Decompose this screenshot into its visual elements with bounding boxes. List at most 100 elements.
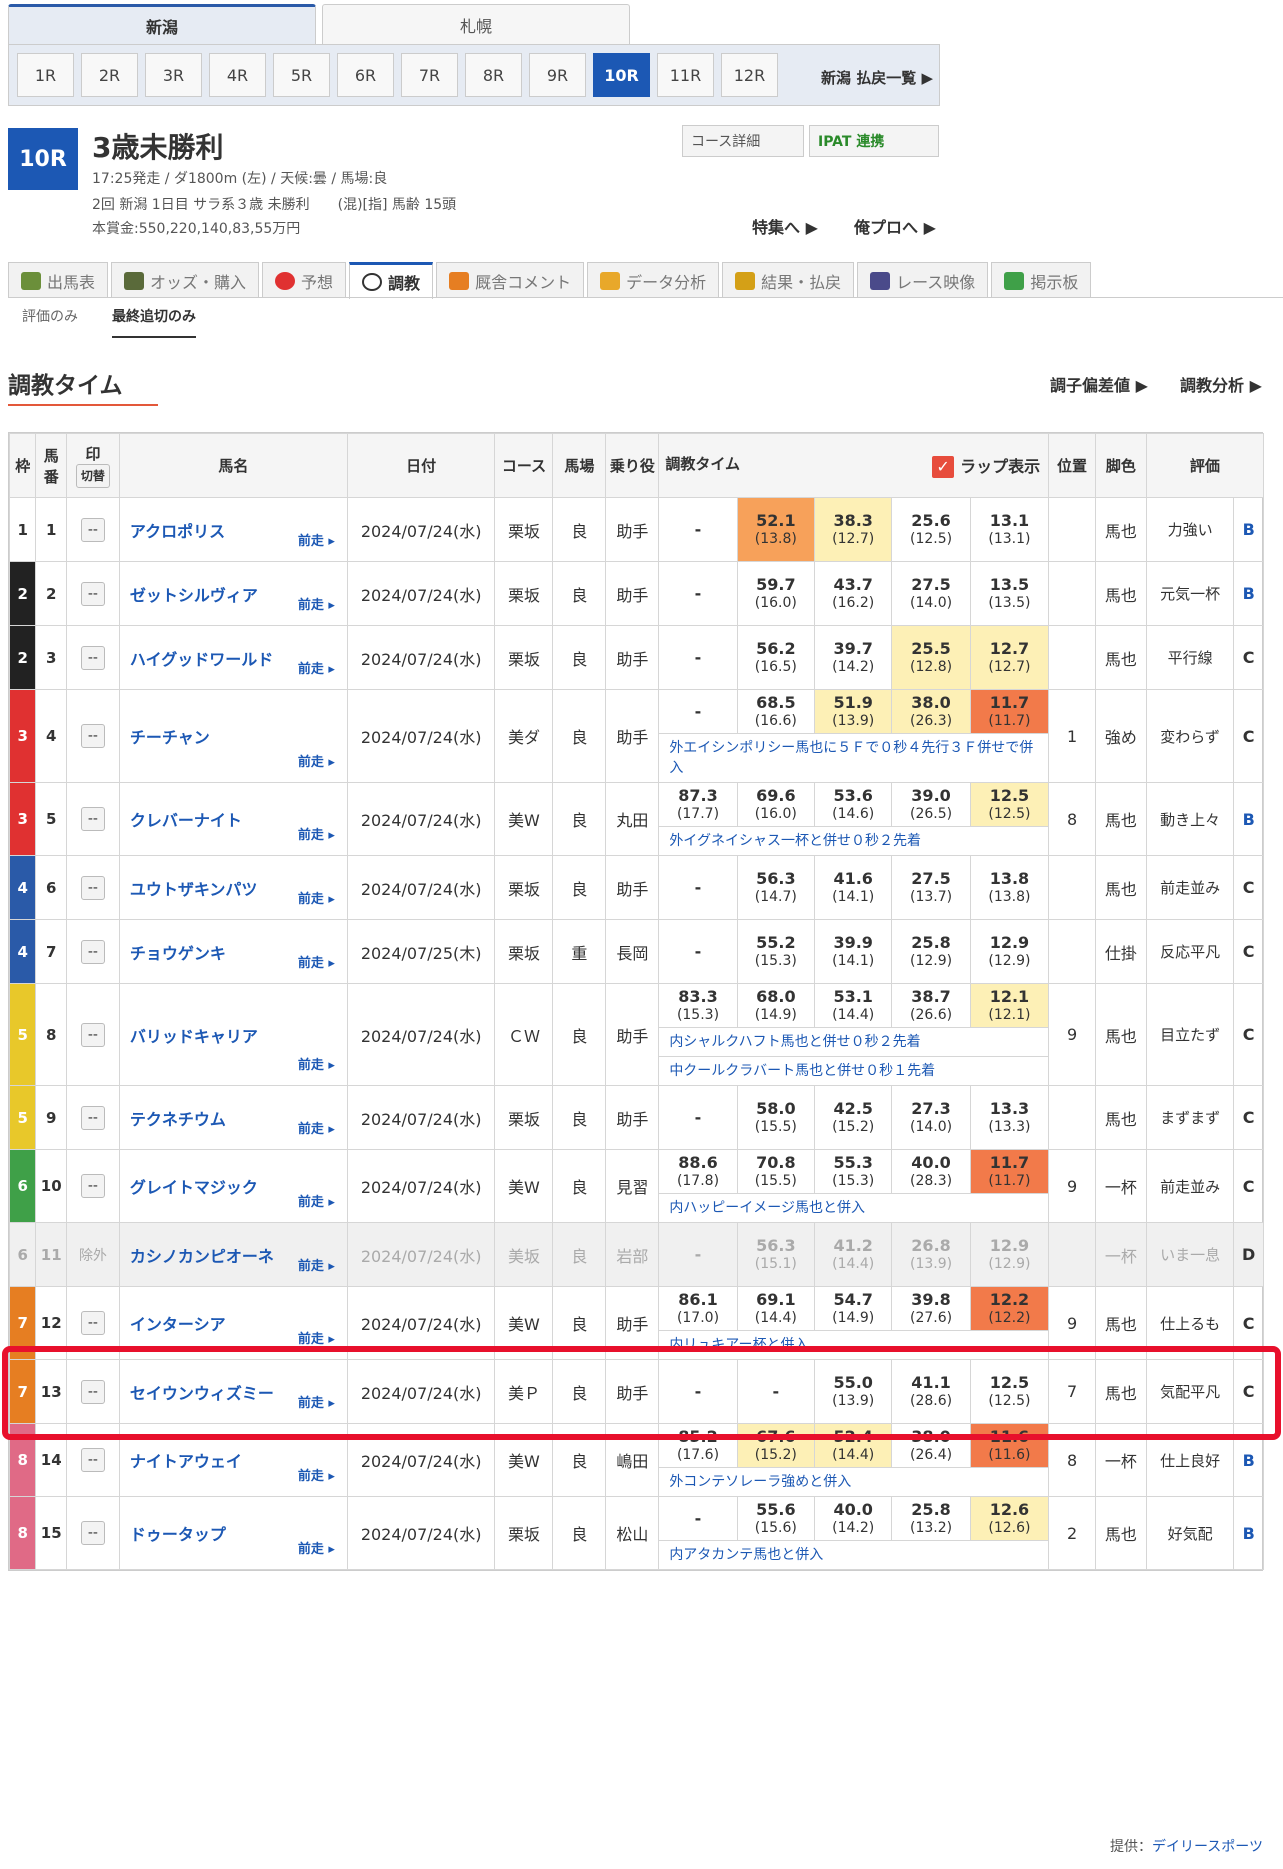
- ashi-cell: 馬也: [1094, 1085, 1147, 1150]
- subtab-eval-only[interactable]: 評価のみ: [22, 306, 78, 326]
- race-info-line: 17:25発走 / ダ1800m (左) / 天候:曇 / 馬場:良: [92, 171, 388, 187]
- lap-toggle[interactable]: ✓ ラップ表示: [932, 453, 1040, 478]
- mark-button[interactable]: --: [80, 1311, 105, 1335]
- race-button-10[interactable]: 10R: [593, 53, 650, 97]
- horse-name-link[interactable]: テクネチウム: [130, 1110, 226, 1129]
- prev-race-link[interactable]: 前走 ▸: [298, 1465, 335, 1484]
- race-button-1[interactable]: 1R: [17, 53, 74, 97]
- tab-training[interactable]: 調教: [349, 262, 434, 299]
- mark-button[interactable]: --: [80, 517, 105, 542]
- horse-name-link[interactable]: ドゥータップ: [130, 1525, 226, 1544]
- horse-name-link[interactable]: カシノカンピオーネ: [130, 1247, 274, 1266]
- mark-button[interactable]: --: [80, 1521, 105, 1545]
- race-button-3[interactable]: 3R: [145, 53, 202, 97]
- horse-name-link[interactable]: ハイグッドワールド: [130, 650, 273, 669]
- mark-cell[interactable]: --: [65, 561, 120, 626]
- mark-button[interactable]: --: [80, 939, 105, 964]
- horse-name-link[interactable]: セイウンウィズミー: [130, 1384, 274, 1403]
- race-button-5[interactable]: 5R: [273, 53, 330, 97]
- prev-race-link[interactable]: 前走 ▸: [298, 594, 335, 613]
- race-button-2[interactable]: 2R: [81, 53, 138, 97]
- credit-link[interactable]: デイリースポーツ: [1152, 1839, 1263, 1855]
- prev-race-link[interactable]: 前走 ▸: [298, 1118, 335, 1137]
- pos-cell: [1048, 625, 1096, 690]
- mark-cell[interactable]: --: [65, 1085, 120, 1150]
- mypro-link[interactable]: 俺プロへ ▶: [854, 214, 936, 238]
- course-detail-button[interactable]: コース詳細: [682, 125, 804, 157]
- horse-name-link[interactable]: クレバーナイト: [130, 811, 242, 830]
- horse-name-link[interactable]: ユウトザキンパツ: [130, 880, 258, 899]
- mark-cell[interactable]: --: [65, 625, 120, 690]
- horse-name-link[interactable]: ゼットシルヴィア: [130, 586, 258, 605]
- mark-cell[interactable]: --: [65, 919, 120, 984]
- prev-race-link[interactable]: 前走 ▸: [298, 1255, 335, 1274]
- mark-button[interactable]: --: [80, 645, 105, 670]
- prev-race-link[interactable]: 前走 ▸: [298, 1538, 335, 1557]
- race-button-4[interactable]: 4R: [209, 53, 266, 97]
- prev-race-link[interactable]: 前走 ▸: [298, 1328, 335, 1347]
- prev-race-link[interactable]: 前走 ▸: [298, 1191, 335, 1210]
- mark-cell[interactable]: --: [65, 1359, 120, 1424]
- training-analysis-link[interactable]: 調教分析 ▶: [1180, 372, 1262, 396]
- mark-button[interactable]: --: [80, 724, 105, 748]
- feature-link[interactable]: 特集へ ▶: [752, 214, 818, 238]
- venue-tab-niigata[interactable]: 新潟: [8, 4, 316, 44]
- prev-race-link[interactable]: 前走 ▸: [298, 1054, 335, 1073]
- tab-data-analysis[interactable]: データ分析: [587, 262, 720, 298]
- comment-cell: 気配平凡: [1145, 1359, 1235, 1424]
- horse-name-link[interactable]: グレイトマジック: [130, 1178, 258, 1197]
- mark-button[interactable]: --: [80, 581, 105, 606]
- prev-race-link[interactable]: 前走 ▸: [298, 824, 335, 843]
- race-button-12[interactable]: 12R: [721, 53, 778, 97]
- mark-button[interactable]: --: [80, 1448, 105, 1472]
- prev-race-link[interactable]: 前走 ▸: [298, 751, 335, 770]
- horse-name-link[interactable]: チョウゲンキ: [130, 944, 226, 963]
- race-button-11[interactable]: 11R: [657, 53, 714, 97]
- race-button-9[interactable]: 9R: [529, 53, 586, 97]
- mark-cell[interactable]: --: [65, 497, 120, 562]
- horse-name-link[interactable]: バリッドキャリア: [130, 1027, 258, 1046]
- tab-entries[interactable]: 出馬表: [8, 262, 109, 298]
- prev-race-link[interactable]: 前走 ▸: [298, 1392, 335, 1411]
- table-row: 8 14 -- ナイトアウェイ 前走 ▸ 2024/07/24(水) 美W 良 嶋…: [8, 1423, 1264, 1497]
- prev-race-link[interactable]: 前走 ▸: [298, 952, 335, 971]
- venue-tab-sapporo[interactable]: 札幌: [322, 4, 630, 44]
- mark-cell[interactable]: --: [65, 1286, 120, 1360]
- race-button-8[interactable]: 8R: [465, 53, 522, 97]
- mark-button[interactable]: --: [80, 1105, 105, 1130]
- condition-deviation-link[interactable]: 調子偏差値 ▶: [1050, 372, 1148, 396]
- ipat-button[interactable]: IPAT 連携: [809, 125, 939, 157]
- tab-stable-comment[interactable]: 厩舎コメント: [436, 262, 585, 298]
- race-button-7[interactable]: 7R: [401, 53, 458, 97]
- tab-results[interactable]: 結果・払戻: [722, 262, 855, 298]
- mark-cell[interactable]: --: [65, 855, 120, 920]
- mark-button[interactable]: --: [80, 1174, 105, 1198]
- mark-button[interactable]: --: [80, 875, 105, 900]
- horse-name-link[interactable]: チーチャン: [130, 728, 210, 747]
- payout-list-link[interactable]: 新潟 払戻一覧 ▶: [821, 67, 933, 88]
- horse-name-link[interactable]: アクロポリス: [130, 522, 225, 541]
- mark-button[interactable]: --: [80, 1022, 105, 1047]
- umaban-cell: 5: [35, 782, 67, 856]
- mark-switch-button[interactable]: 切替: [75, 464, 110, 488]
- tab-odds[interactable]: オッズ・購入: [111, 262, 260, 298]
- tab-prediction[interactable]: 予想: [262, 262, 347, 298]
- horse-name-link[interactable]: インターシア: [130, 1315, 226, 1334]
- prev-race-link[interactable]: 前走 ▸: [298, 530, 335, 549]
- horse-name-cell: ナイトアウェイ前走 ▸: [118, 1423, 348, 1497]
- tab-bbs[interactable]: 掲示板: [991, 262, 1092, 298]
- mark-cell[interactable]: --: [65, 1149, 120, 1223]
- mark-cell[interactable]: --: [65, 1496, 120, 1570]
- mark-cell[interactable]: --: [65, 983, 120, 1086]
- mark-cell[interactable]: --: [65, 689, 120, 783]
- prev-race-link[interactable]: 前走 ▸: [298, 888, 335, 907]
- race-button-6[interactable]: 6R: [337, 53, 394, 97]
- horse-name-link[interactable]: ナイトアウェイ: [130, 1452, 242, 1471]
- prev-race-link[interactable]: 前走 ▸: [298, 658, 335, 677]
- mark-button[interactable]: --: [80, 1379, 105, 1404]
- mark-button[interactable]: --: [80, 807, 105, 831]
- mark-cell[interactable]: --: [65, 1423, 120, 1497]
- mark-cell[interactable]: --: [65, 782, 120, 856]
- tab-race-video[interactable]: レース映像: [857, 262, 989, 298]
- subtab-final-only[interactable]: 最終追切のみ: [112, 306, 196, 338]
